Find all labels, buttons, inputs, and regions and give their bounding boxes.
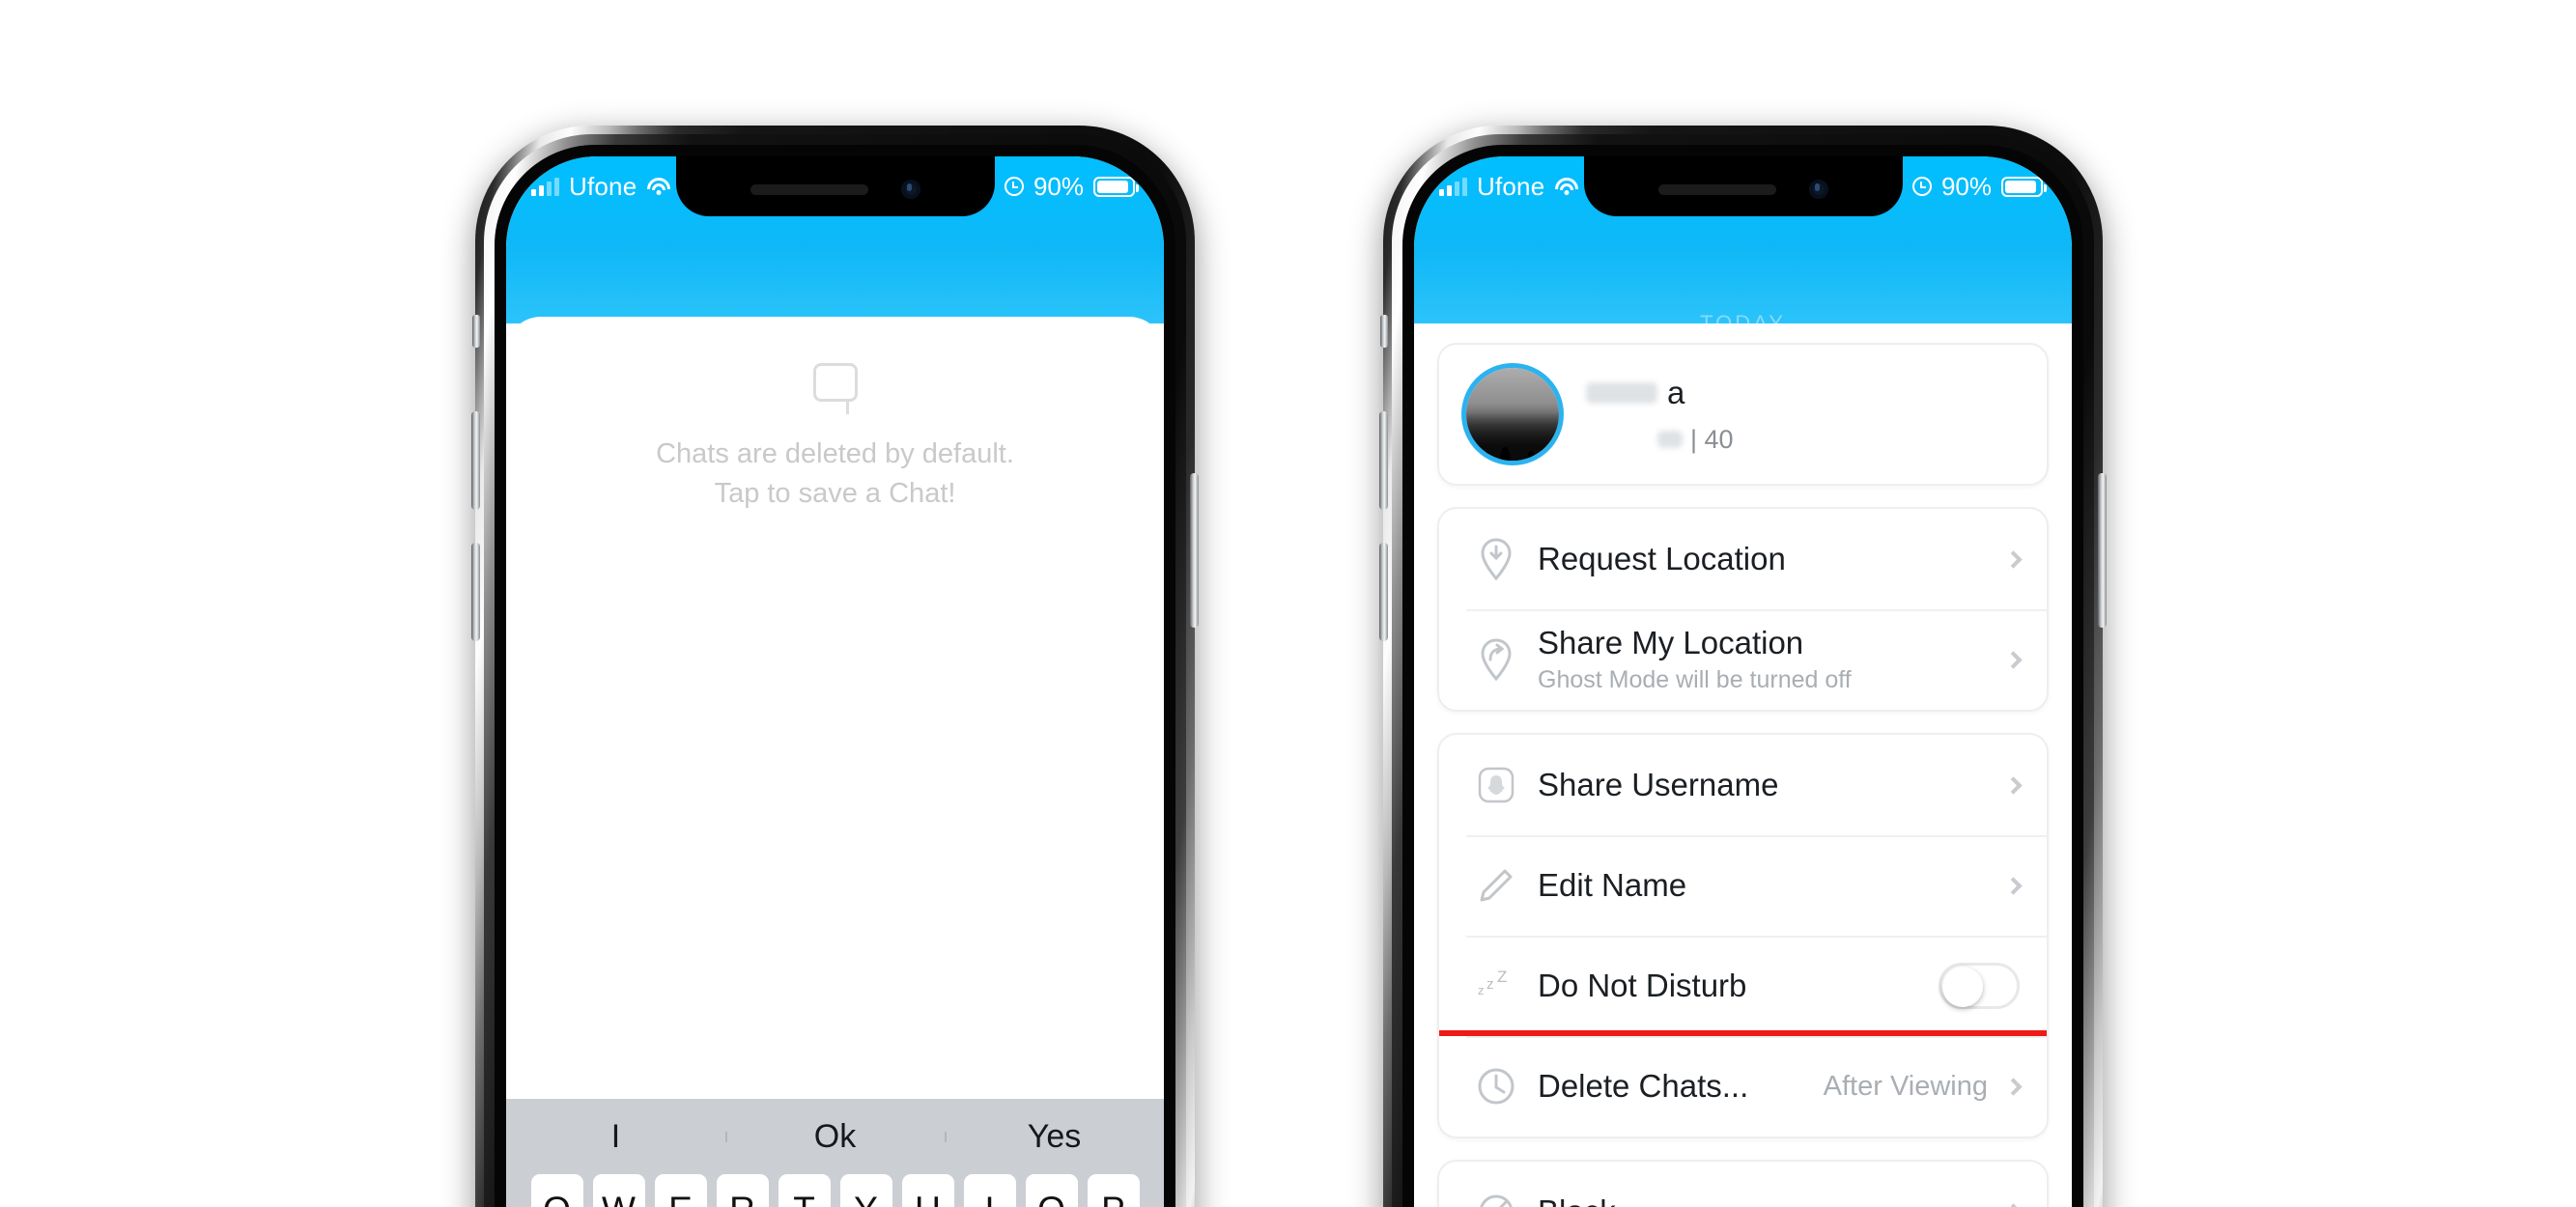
silent-switch-button[interactable] bbox=[472, 315, 480, 348]
volume-up-button[interactable] bbox=[1379, 411, 1388, 510]
front-camera bbox=[900, 180, 920, 199]
key-u[interactable]: U bbox=[901, 1174, 954, 1207]
redacted-score-prefix bbox=[1657, 431, 1683, 448]
settings-group-account: Share Username Edit Name z z Z Do Not Di… bbox=[1437, 733, 2049, 1138]
chevron-right-icon bbox=[2004, 549, 2023, 569]
carrier-label: Ufone bbox=[569, 171, 637, 201]
cellular-signal-icon bbox=[1439, 177, 1467, 196]
predictive-text-bar: I Ok Yes bbox=[506, 1099, 1164, 1174]
right-phone-mockup: TODAY Ufone 90% a | 40 Request Location … bbox=[1379, 126, 2107, 1207]
prediction-1[interactable]: Ok bbox=[725, 1118, 945, 1156]
battery-percent-label: 90% bbox=[1033, 171, 1084, 201]
device-notch bbox=[675, 156, 995, 216]
alarm-clock-icon bbox=[1911, 177, 1932, 196]
row-block[interactable]: Block bbox=[1439, 1162, 2047, 1207]
carrier-label: Ufone bbox=[1477, 171, 1545, 201]
row-subtitle: Ghost Mode will be turned off bbox=[1538, 666, 1852, 693]
row-do-not-disturb[interactable]: z z Z Do Not Disturb bbox=[1439, 936, 2047, 1036]
row-request-location[interactable]: Request Location bbox=[1439, 509, 2047, 609]
chat-empty-state: Chats are deleted by default. Tap to sav… bbox=[506, 317, 1164, 514]
profile-score-line: | 40 bbox=[1586, 425, 2020, 455]
volume-down-button[interactable] bbox=[471, 543, 480, 641]
row-edit-name[interactable]: Edit Name bbox=[1439, 835, 2047, 936]
settings-group-destructive: Block Remove Friend bbox=[1437, 1160, 2049, 1207]
front-camera bbox=[1808, 180, 1828, 199]
row-label: Share Username bbox=[1538, 767, 1779, 802]
key-t[interactable]: T bbox=[778, 1174, 831, 1207]
profile-name-line: a bbox=[1586, 375, 2020, 411]
empty-state-line-1: Chats are deleted by default. bbox=[656, 438, 1014, 469]
row-label: Delete Chats... bbox=[1538, 1068, 1749, 1104]
do-not-disturb-toggle[interactable] bbox=[1939, 963, 2020, 1009]
clock-icon bbox=[1466, 1065, 1526, 1108]
location-share-pin-icon bbox=[1466, 636, 1526, 683]
row-label: Request Location bbox=[1538, 541, 1786, 576]
row-share-username[interactable]: Share Username bbox=[1439, 735, 2047, 835]
row-label: Do Not Disturb bbox=[1538, 968, 1747, 1003]
redacted-username bbox=[1586, 381, 1657, 404]
wifi-icon bbox=[1554, 177, 1579, 196]
friend-profile-card[interactable]: a | 40 bbox=[1437, 343, 2049, 486]
wifi-icon bbox=[646, 177, 671, 196]
snapchat-ghost-icon bbox=[1466, 765, 1526, 805]
left-phone-screen: Ufone 90% a bbox=[506, 156, 1164, 1207]
volume-down-button[interactable] bbox=[1379, 543, 1388, 641]
svg-text:z: z bbox=[1478, 983, 1485, 997]
svg-text:Z: Z bbox=[1497, 968, 1507, 986]
on-screen-keyboard: I Ok Yes Q W E R T Y U I O P A bbox=[506, 1099, 1164, 1207]
friend-avatar-large[interactable] bbox=[1466, 368, 1559, 461]
row-title: Share My Location bbox=[1538, 625, 1804, 660]
location-request-pin-icon bbox=[1466, 536, 1526, 582]
earpiece-speaker bbox=[750, 183, 868, 195]
power-button[interactable] bbox=[1190, 473, 1199, 628]
row-label: Edit Name bbox=[1538, 867, 1687, 903]
chat-body: Chats are deleted by default. Tap to sav… bbox=[506, 317, 1164, 1207]
empty-state-line-2: Tap to save a Chat! bbox=[714, 478, 956, 510]
device-notch bbox=[1583, 156, 1903, 216]
earpiece-speaker bbox=[1657, 183, 1776, 195]
key-y[interactable]: Y bbox=[839, 1174, 892, 1207]
block-prohibition-icon bbox=[1466, 1192, 1526, 1207]
keyboard-row-1: Q W E R T Y U I O P bbox=[506, 1174, 1164, 1207]
row-label: Block bbox=[1526, 1193, 2007, 1207]
volume-up-button[interactable] bbox=[471, 411, 480, 510]
svg-text:z: z bbox=[1486, 976, 1494, 993]
prediction-2[interactable]: Yes bbox=[945, 1118, 1164, 1156]
key-o[interactable]: O bbox=[1025, 1174, 1078, 1207]
chevron-right-icon bbox=[2004, 1077, 2023, 1096]
power-button[interactable] bbox=[2098, 473, 2107, 628]
do-not-disturb-zzz-icon: z z Z bbox=[1466, 966, 1526, 1006]
row-delete-chats[interactable]: Delete Chats... After Viewing bbox=[1439, 1036, 2047, 1137]
battery-percent-label: 90% bbox=[1940, 171, 1992, 201]
chevron-right-icon bbox=[2004, 876, 2023, 895]
silent-switch-button[interactable] bbox=[1380, 315, 1388, 348]
key-p[interactable]: P bbox=[1087, 1174, 1140, 1207]
battery-icon bbox=[2001, 176, 2047, 197]
friend-settings-panel: a | 40 Request Location Share My Locatio… bbox=[1414, 325, 2072, 1207]
settings-group-location: Request Location Share My Location Ghost… bbox=[1437, 507, 2049, 712]
alarm-clock-icon bbox=[1004, 177, 1024, 196]
chevron-right-icon bbox=[2004, 775, 2023, 795]
chevron-right-icon bbox=[2004, 650, 2023, 669]
battery-icon bbox=[1093, 176, 1139, 197]
pencil-edit-icon bbox=[1466, 865, 1526, 906]
row-share-my-location[interactable]: Share My Location Ghost Mode will be tur… bbox=[1439, 609, 2047, 710]
key-w[interactable]: W bbox=[592, 1174, 645, 1207]
profile-score: | 40 bbox=[1690, 424, 1734, 454]
profile-display-name: a bbox=[1667, 374, 1685, 410]
tutorial-screenshot: Ufone 90% a bbox=[0, 0, 2576, 1207]
delete-chats-value: After Viewing bbox=[1823, 1070, 1988, 1102]
row-label: Share My Location Ghost Mode will be tur… bbox=[1526, 625, 2007, 694]
key-e[interactable]: E bbox=[654, 1174, 707, 1207]
chat-bubble-icon bbox=[812, 363, 858, 414]
prediction-0[interactable]: I bbox=[506, 1118, 725, 1156]
key-r[interactable]: R bbox=[716, 1174, 769, 1207]
cellular-signal-icon bbox=[531, 177, 559, 196]
chevron-right-icon bbox=[2004, 1202, 2023, 1207]
key-i[interactable]: I bbox=[963, 1174, 1016, 1207]
right-phone-screen: TODAY Ufone 90% a | 40 Request Location … bbox=[1414, 156, 2072, 1207]
left-phone-mockup: Ufone 90% a bbox=[471, 126, 1199, 1207]
key-q[interactable]: Q bbox=[530, 1174, 583, 1207]
